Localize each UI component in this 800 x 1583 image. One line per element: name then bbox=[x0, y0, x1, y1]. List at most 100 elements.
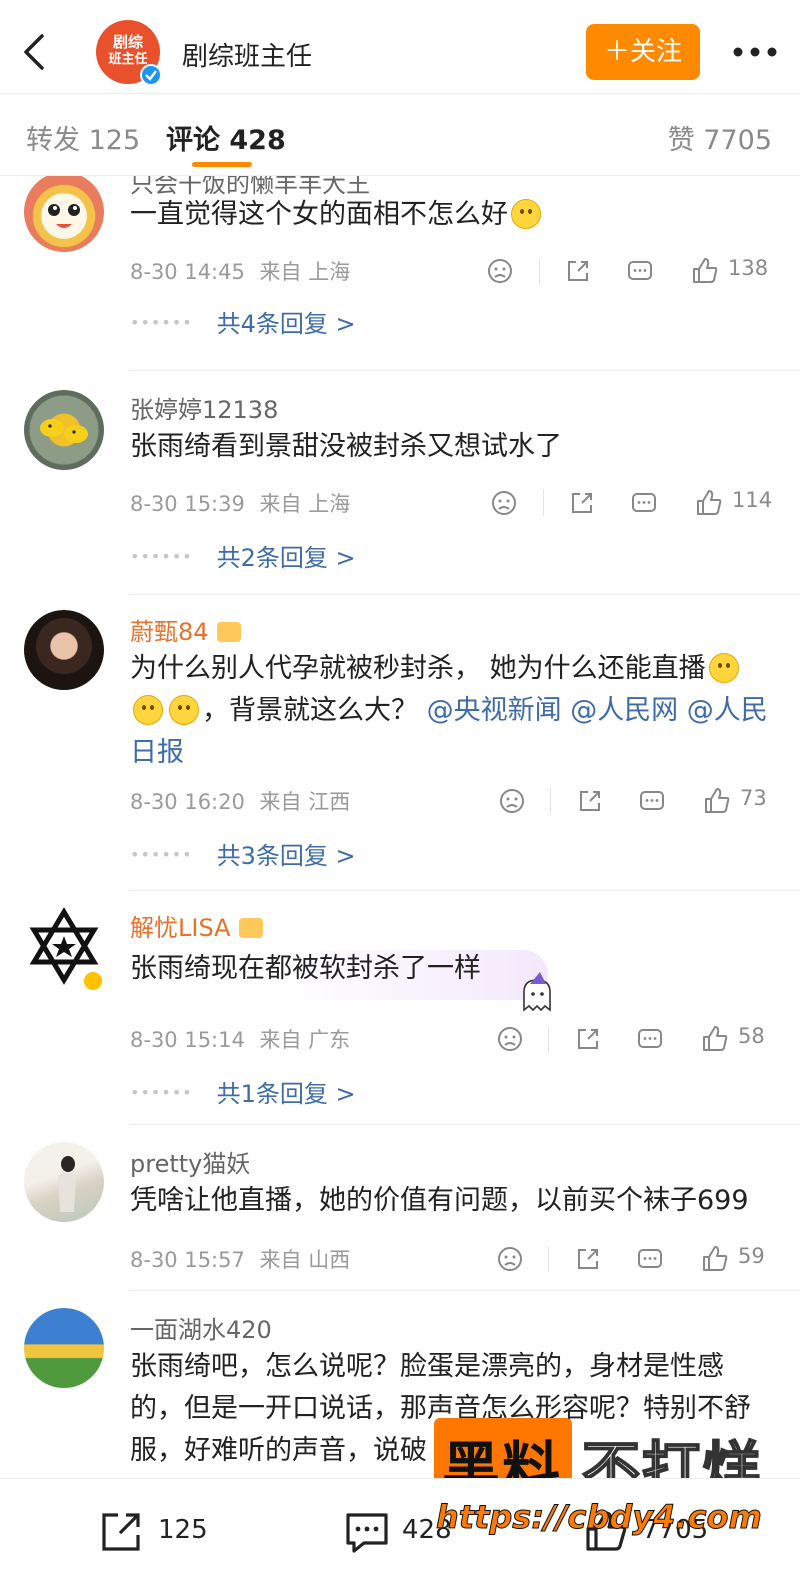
comment-actions: 73 bbox=[484, 786, 774, 816]
view-replies-link[interactable]: •••••• 共2条回复 > bbox=[130, 538, 356, 573]
comment-text-content: 一直觉得这个女的面相不怎么好 bbox=[130, 199, 508, 230]
account-name[interactable]: 剧综班主任 bbox=[182, 36, 312, 73]
comment-text: 张雨绮看到景甜没被封杀又想试水了 bbox=[130, 431, 562, 462]
user-avatar[interactable] bbox=[24, 1142, 104, 1222]
comment-meta: 8-30 14:45 来自 上海 bbox=[130, 256, 350, 286]
ghost-wizard-sticker-icon bbox=[523, 972, 551, 1012]
comment-divider bbox=[130, 594, 800, 595]
replies-count-text: 共4条回复 > bbox=[216, 310, 356, 338]
user-avatar[interactable] bbox=[24, 610, 104, 690]
comment-username[interactable]: 张婷婷12138 bbox=[130, 390, 278, 425]
user-avatar[interactable] bbox=[24, 176, 104, 252]
watermark-url: https://cbdy4.com bbox=[436, 1498, 763, 1537]
tab-repost[interactable]: 转发 125 bbox=[26, 118, 140, 157]
back-arrow-icon[interactable] bbox=[18, 32, 48, 72]
mention-link[interactable]: @央视新闻 bbox=[427, 695, 562, 726]
dislike-face-icon[interactable] bbox=[490, 488, 518, 518]
comment-actions: 114 bbox=[484, 488, 774, 518]
comment-text-part1: 为什么别人代孕就被秒封杀， 她为什么还能直播 bbox=[130, 653, 706, 684]
comment-time: 8-30 14:45 bbox=[130, 260, 245, 284]
comment-list[interactable]: 只会干饭的懒羊羊大王 一直觉得这个女的面相不怎么好 8-30 14:45 来自 … bbox=[0, 176, 800, 1477]
reply-icon[interactable] bbox=[638, 786, 666, 816]
action-divider bbox=[539, 258, 540, 284]
like-count: 114 bbox=[732, 488, 773, 512]
share-icon[interactable] bbox=[574, 1024, 602, 1054]
comment-text-part2: ，背景就这么大？ bbox=[202, 695, 418, 726]
comment-divider bbox=[130, 1124, 800, 1125]
tab-likes[interactable]: 赞 7705 bbox=[668, 118, 772, 157]
comment-meta: 8-30 16:20 来自 江西 bbox=[130, 786, 350, 816]
comment-item: 蔚甄84 为什么别人代孕就被秒封杀， 她为什么还能直播 ，背景就这么大？ @央视… bbox=[0, 596, 800, 892]
username-text: 解忧LISA bbox=[130, 914, 231, 942]
comment-text: 为什么别人代孕就被秒封杀， 她为什么还能直播 ，背景就这么大？ @央视新闻 @人… bbox=[130, 648, 770, 774]
reply-icon[interactable] bbox=[636, 1024, 664, 1054]
view-replies-link[interactable]: •••••• 共3条回复 > bbox=[130, 836, 356, 871]
like-thumb-icon[interactable] bbox=[694, 488, 724, 518]
replies-dots: •••••• bbox=[130, 845, 193, 864]
mention-link[interactable]: @人民网 bbox=[570, 695, 678, 726]
action-divider bbox=[548, 1026, 549, 1052]
dislike-face-icon[interactable] bbox=[486, 256, 514, 286]
dislike-face-icon[interactable] bbox=[496, 1244, 524, 1274]
top-navigation-bar: 剧综 班主任 剧综班主任 ＋关注 bbox=[0, 0, 800, 94]
active-tab-indicator bbox=[192, 162, 252, 167]
like-thumb-icon[interactable] bbox=[700, 1244, 730, 1274]
reply-icon[interactable] bbox=[636, 1244, 664, 1274]
reply-icon[interactable] bbox=[626, 256, 654, 286]
crown-badge-icon bbox=[216, 622, 241, 642]
comment-text: 张雨绮现在都被软封杀了一样 bbox=[130, 953, 481, 984]
comment-item: 张婷婷12138 张雨绮看到景甜没被封杀又想试水了 8-30 15:39 来自 … bbox=[0, 374, 800, 596]
like-count: 73 bbox=[740, 786, 767, 810]
comment-item: pretty猫妖 凭啥让他直播，她的价值有问题，以前买个袜子699 8-30 1… bbox=[0, 1126, 800, 1292]
user-avatar[interactable] bbox=[24, 390, 104, 470]
action-divider bbox=[543, 490, 544, 516]
comment-time: 8-30 15:57 bbox=[130, 1248, 245, 1272]
comment-username[interactable]: 解忧LISA bbox=[130, 908, 263, 943]
user-avatar[interactable] bbox=[24, 1308, 104, 1388]
comment-divider bbox=[130, 1290, 800, 1291]
like-count: 138 bbox=[728, 256, 769, 280]
comment-username[interactable]: 蔚甄84 bbox=[130, 612, 241, 647]
view-replies-link[interactable]: •••••• 共1条回复 > bbox=[130, 1074, 356, 1109]
like-count: 58 bbox=[738, 1024, 765, 1048]
replies-count-text: 共2条回复 > bbox=[216, 544, 356, 572]
comment-location: 来自 广东 bbox=[259, 1028, 351, 1052]
share-icon[interactable] bbox=[574, 1244, 602, 1274]
comment-location: 来自 山西 bbox=[259, 1248, 351, 1272]
follow-button[interactable]: ＋关注 bbox=[586, 24, 700, 80]
like-thumb-icon[interactable] bbox=[702, 786, 732, 816]
comment-time: 8-30 15:14 bbox=[130, 1028, 245, 1052]
comment-text: 一直觉得这个女的面相不怎么好 bbox=[130, 194, 770, 236]
replies-dots: •••••• bbox=[130, 547, 193, 566]
reply-icon[interactable] bbox=[630, 488, 658, 518]
comment-actions: 138 bbox=[484, 256, 774, 286]
pikachu-figures-icon bbox=[40, 419, 88, 443]
crown-badge-icon bbox=[238, 918, 263, 938]
comment-item: 解忧LISA 张雨绮现在都被软封杀了一样 8-30 15:14 来自 广东 58… bbox=[0, 892, 800, 1126]
comment-actions: 59 bbox=[484, 1244, 774, 1274]
cartoon-sheep-icon bbox=[48, 204, 80, 228]
like-thumb-icon[interactable] bbox=[690, 256, 720, 286]
comment-divider bbox=[130, 890, 800, 891]
repost-button[interactable]: 125 bbox=[98, 1509, 258, 1553]
replies-dots: •••••• bbox=[130, 1083, 193, 1102]
share-icon[interactable] bbox=[568, 488, 596, 518]
replies-count-text: 共3条回复 > bbox=[216, 842, 356, 870]
comment-time: 8-30 15:39 bbox=[130, 492, 245, 516]
replies-dots: •••••• bbox=[130, 313, 193, 332]
comment-username[interactable]: 一面湖水420 bbox=[130, 1310, 272, 1345]
verified-badge-icon bbox=[82, 970, 104, 992]
more-options-icon[interactable] bbox=[732, 40, 778, 64]
comment-meta: 8-30 15:14 来自 广东 bbox=[130, 1024, 350, 1054]
verified-badge-icon bbox=[140, 64, 162, 86]
view-replies-link[interactable]: •••••• 共4条回复 > bbox=[130, 304, 356, 339]
dislike-face-icon[interactable] bbox=[498, 786, 526, 816]
replies-count-text: 共1条回复 > bbox=[216, 1080, 356, 1108]
like-thumb-icon[interactable] bbox=[700, 1024, 730, 1054]
share-icon[interactable] bbox=[564, 256, 592, 286]
comment-location: 来自 上海 bbox=[259, 260, 351, 284]
share-icon[interactable] bbox=[576, 786, 604, 816]
dislike-face-icon[interactable] bbox=[496, 1024, 524, 1054]
comment-username[interactable]: pretty猫妖 bbox=[130, 1144, 250, 1179]
share-icon bbox=[102, 1513, 140, 1551]
